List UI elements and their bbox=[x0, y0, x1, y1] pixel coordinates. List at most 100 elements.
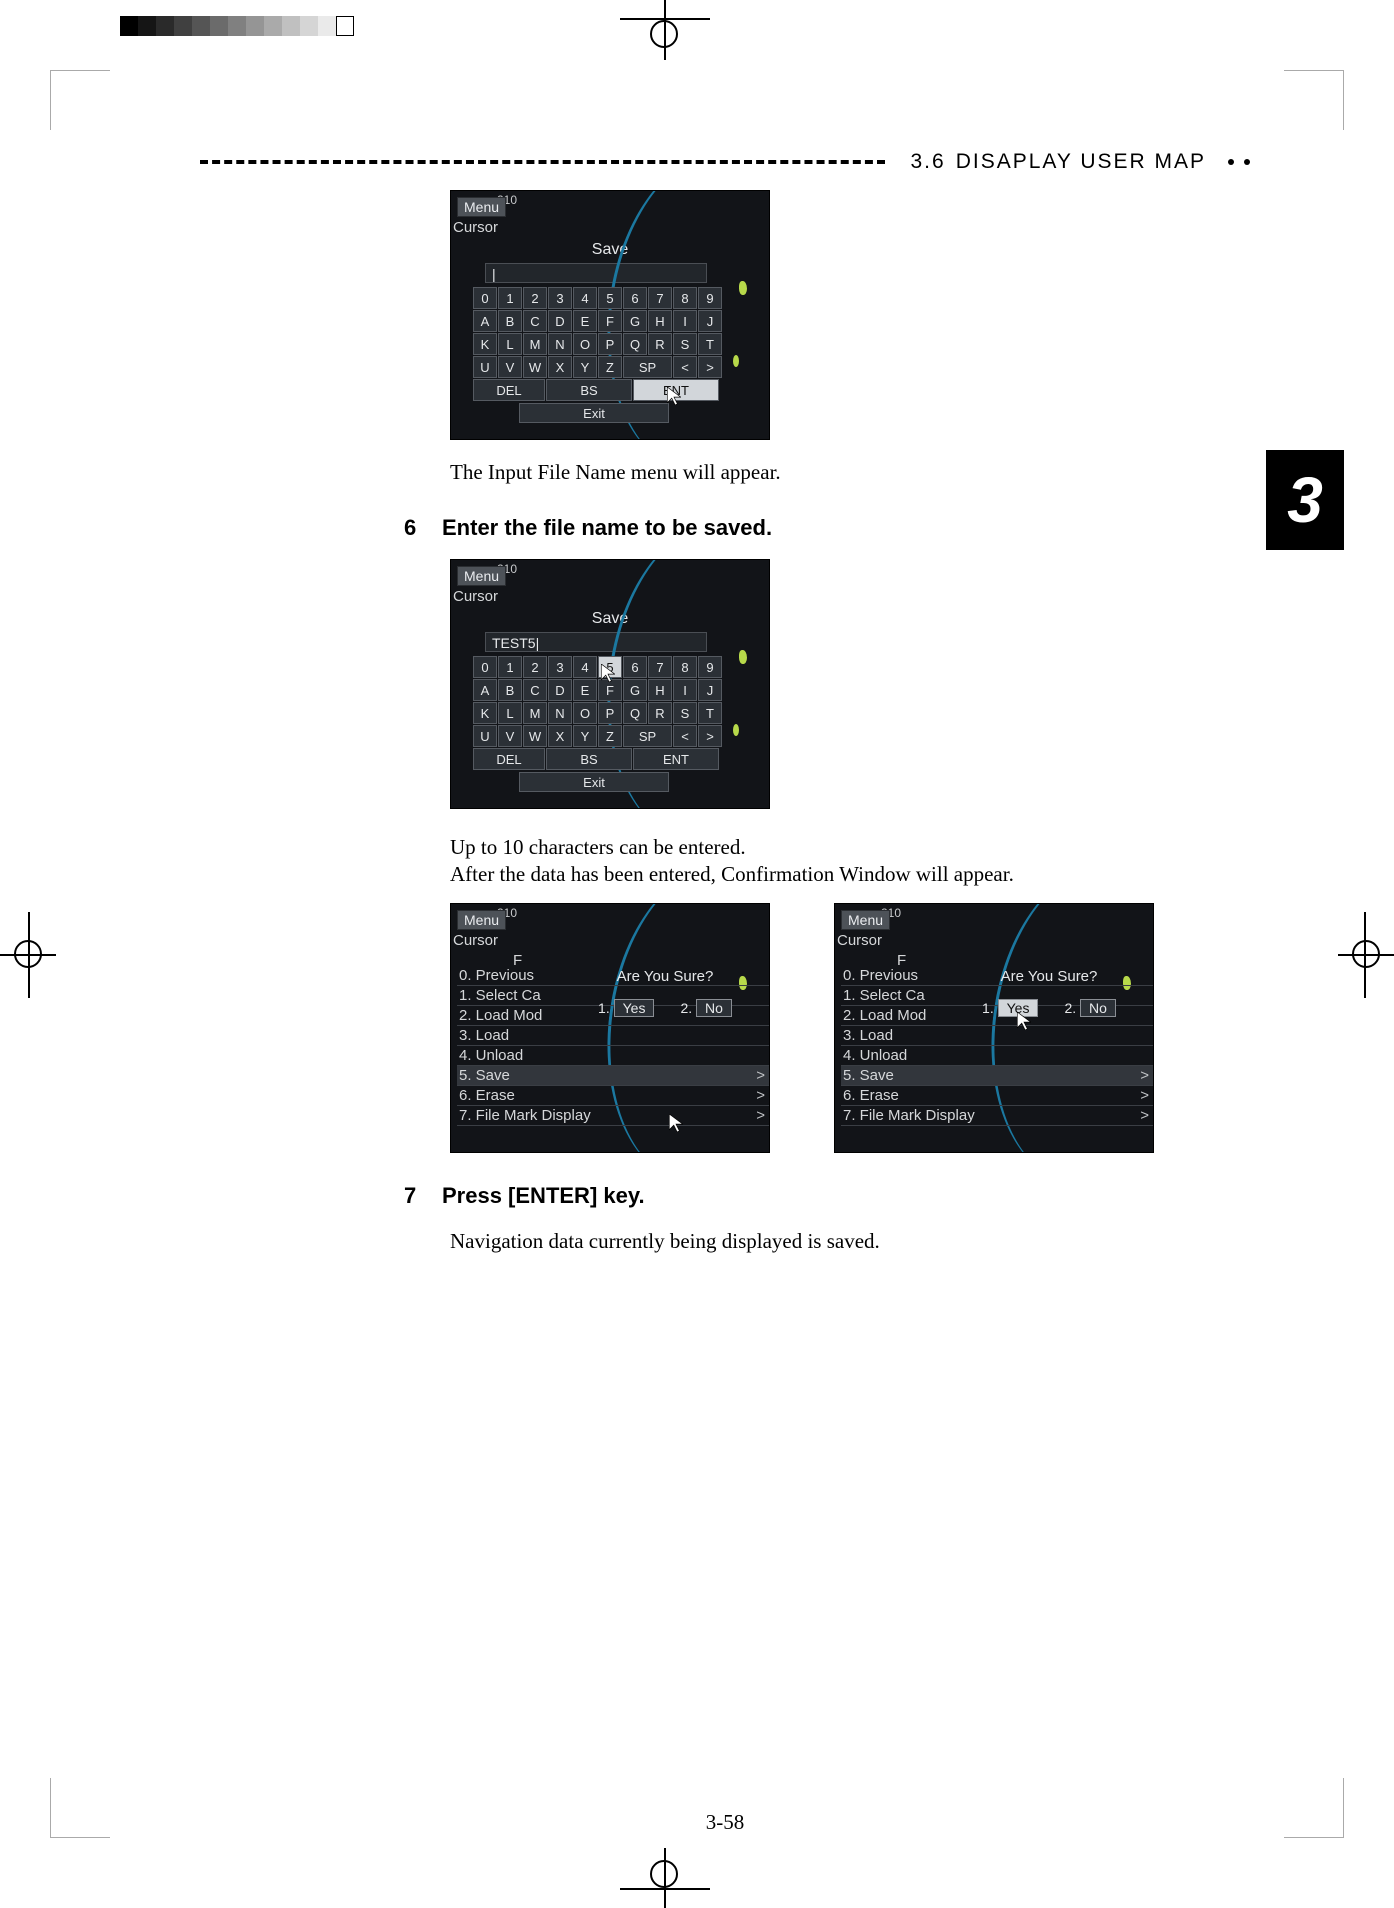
key-Q[interactable]: Q bbox=[623, 333, 647, 355]
key-G[interactable]: G bbox=[623, 679, 647, 701]
key-7[interactable]: 7 bbox=[648, 656, 672, 678]
key-C[interactable]: C bbox=[523, 679, 547, 701]
confirm-no-option[interactable]: 2. No bbox=[1064, 999, 1115, 1017]
key-M[interactable]: M bbox=[523, 333, 547, 355]
key-space[interactable]: SP bbox=[623, 725, 672, 747]
key-Y[interactable]: Y bbox=[573, 725, 597, 747]
key-B[interactable]: B bbox=[498, 310, 522, 332]
file-menu-item[interactable]: 5. Save> bbox=[841, 1066, 1153, 1086]
key-6[interactable]: 6 bbox=[623, 656, 647, 678]
key-bs[interactable]: BS bbox=[546, 379, 632, 401]
key-N[interactable]: N bbox=[548, 333, 572, 355]
confirm-yes-option[interactable]: 1. Yes bbox=[598, 999, 654, 1017]
file-menu-item[interactable]: 3. Load bbox=[841, 1026, 1153, 1046]
key-exit[interactable]: Exit bbox=[519, 772, 669, 792]
key-9[interactable]: 9 bbox=[698, 287, 722, 309]
key-K[interactable]: K bbox=[473, 702, 497, 724]
key-O[interactable]: O bbox=[573, 702, 597, 724]
key-A[interactable]: A bbox=[473, 310, 497, 332]
key-K[interactable]: K bbox=[473, 333, 497, 355]
key-0[interactable]: 0 bbox=[473, 287, 497, 309]
key-3[interactable]: 3 bbox=[548, 287, 572, 309]
key-E[interactable]: E bbox=[573, 310, 597, 332]
key-C[interactable]: C bbox=[523, 310, 547, 332]
file-menu-item[interactable]: 6. Erase> bbox=[457, 1086, 769, 1106]
key-1[interactable]: 1 bbox=[498, 287, 522, 309]
key-S[interactable]: S bbox=[673, 333, 697, 355]
key-ent[interactable]: ENT bbox=[633, 379, 719, 401]
key-H[interactable]: H bbox=[648, 310, 672, 332]
key-S[interactable]: S bbox=[673, 702, 697, 724]
key-V[interactable]: V bbox=[498, 725, 522, 747]
key-D[interactable]: D bbox=[548, 679, 572, 701]
key-B[interactable]: B bbox=[498, 679, 522, 701]
key-A[interactable]: A bbox=[473, 679, 497, 701]
key-1[interactable]: 1 bbox=[498, 656, 522, 678]
key-del[interactable]: DEL bbox=[473, 379, 545, 401]
key-I[interactable]: I bbox=[673, 679, 697, 701]
key-G[interactable]: G bbox=[623, 310, 647, 332]
key-P[interactable]: P bbox=[598, 702, 622, 724]
key-2[interactable]: 2 bbox=[523, 656, 547, 678]
key-5[interactable]: 5 bbox=[598, 656, 622, 678]
file-menu-item[interactable]: 7. File Mark Display> bbox=[841, 1106, 1153, 1126]
confirm-yes-option[interactable]: 1. Yes bbox=[982, 999, 1038, 1017]
key-2[interactable]: 2 bbox=[523, 287, 547, 309]
key-6[interactable]: 6 bbox=[623, 287, 647, 309]
confirm-no-option[interactable]: 2. No bbox=[680, 999, 731, 1017]
key-Q[interactable]: Q bbox=[623, 702, 647, 724]
key-L[interactable]: L bbox=[498, 333, 522, 355]
key-del[interactable]: DEL bbox=[473, 748, 545, 770]
file-menu-item[interactable]: 7. File Mark Display> bbox=[457, 1106, 769, 1126]
file-menu-item[interactable]: 5. Save> bbox=[457, 1066, 769, 1086]
key-Z[interactable]: Z bbox=[598, 725, 622, 747]
key-X[interactable]: X bbox=[548, 725, 572, 747]
key-4[interactable]: 4 bbox=[573, 287, 597, 309]
key-F[interactable]: F bbox=[598, 679, 622, 701]
key-N[interactable]: N bbox=[548, 702, 572, 724]
key-exit[interactable]: Exit bbox=[519, 403, 669, 423]
file-menu-item[interactable]: 4. Unload bbox=[457, 1046, 769, 1066]
key-9[interactable]: 9 bbox=[698, 656, 722, 678]
key-M[interactable]: M bbox=[523, 702, 547, 724]
key-J[interactable]: J bbox=[698, 679, 722, 701]
key-V[interactable]: V bbox=[498, 356, 522, 378]
key-W[interactable]: W bbox=[523, 356, 547, 378]
key-8[interactable]: 8 bbox=[673, 287, 697, 309]
key-Z[interactable]: Z bbox=[598, 356, 622, 378]
key-U[interactable]: U bbox=[473, 356, 497, 378]
key-D[interactable]: D bbox=[548, 310, 572, 332]
key-X[interactable]: X bbox=[548, 356, 572, 378]
key-right[interactable]: > bbox=[698, 356, 722, 378]
key-T[interactable]: T bbox=[698, 702, 722, 724]
key-4[interactable]: 4 bbox=[573, 656, 597, 678]
key-bs[interactable]: BS bbox=[546, 748, 632, 770]
key-0[interactable]: 0 bbox=[473, 656, 497, 678]
key-right[interactable]: > bbox=[698, 725, 722, 747]
key-R[interactable]: R bbox=[648, 702, 672, 724]
key-W[interactable]: W bbox=[523, 725, 547, 747]
key-E[interactable]: E bbox=[573, 679, 597, 701]
key-3[interactable]: 3 bbox=[548, 656, 572, 678]
key-J[interactable]: J bbox=[698, 310, 722, 332]
key-5[interactable]: 5 bbox=[598, 287, 622, 309]
key-8[interactable]: 8 bbox=[673, 656, 697, 678]
key-L[interactable]: L bbox=[498, 702, 522, 724]
key-ent[interactable]: ENT bbox=[633, 748, 719, 770]
file-menu-item[interactable]: 4. Unload bbox=[841, 1046, 1153, 1066]
key-I[interactable]: I bbox=[673, 310, 697, 332]
file-menu-item[interactable]: 3. Load bbox=[457, 1026, 769, 1046]
key-O[interactable]: O bbox=[573, 333, 597, 355]
key-T[interactable]: T bbox=[698, 333, 722, 355]
key-Y[interactable]: Y bbox=[573, 356, 597, 378]
key-left[interactable]: < bbox=[673, 356, 697, 378]
key-P[interactable]: P bbox=[598, 333, 622, 355]
key-R[interactable]: R bbox=[648, 333, 672, 355]
key-space[interactable]: SP bbox=[623, 356, 672, 378]
key-7[interactable]: 7 bbox=[648, 287, 672, 309]
key-left[interactable]: < bbox=[673, 725, 697, 747]
key-F[interactable]: F bbox=[598, 310, 622, 332]
file-menu-item[interactable]: 6. Erase> bbox=[841, 1086, 1153, 1106]
key-H[interactable]: H bbox=[648, 679, 672, 701]
key-U[interactable]: U bbox=[473, 725, 497, 747]
